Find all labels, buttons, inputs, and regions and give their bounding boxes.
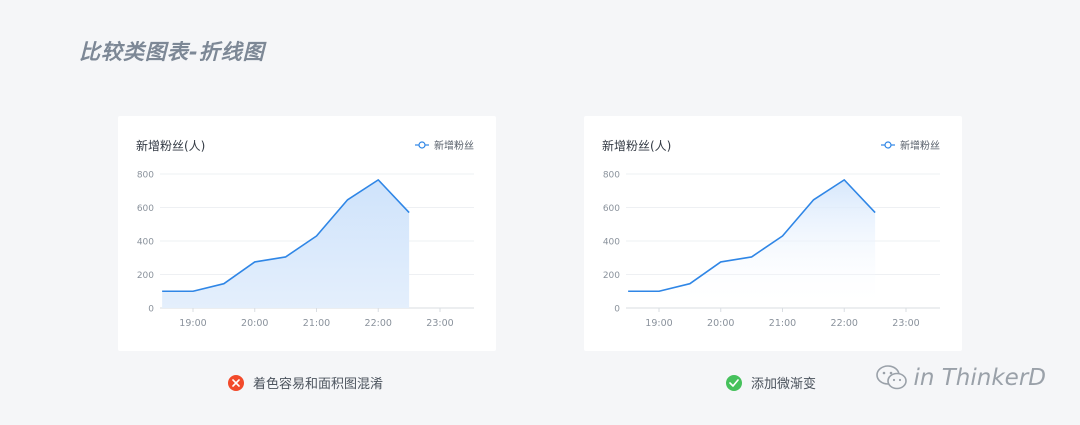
x-tick-label: 23:00 [892, 318, 919, 329]
caption-good: 添加微渐变 [726, 373, 816, 392]
chart-card-solid: 新增粉丝(人) 新增粉丝 0 200 400 600 800 19:00 20:00 21:0… [118, 116, 496, 351]
y-tick-label: 200 [603, 271, 620, 281]
y-tick-label: 600 [137, 204, 154, 214]
series-area [162, 179, 410, 308]
x-tick-label: 21:00 [303, 318, 330, 329]
caption-bad: 着色容易和面积图混淆 [228, 373, 383, 392]
watermark: in ThinkerD [875, 364, 1046, 392]
wechat-icon [876, 365, 908, 390]
y-tick-label: 800 [137, 171, 154, 181]
y-tick-label: 600 [603, 204, 620, 214]
page-title: 比较类图表-折线图 [79, 40, 265, 64]
x-tick-label: 19:00 [179, 318, 206, 329]
y-tick-label: 800 [603, 171, 620, 181]
watermark-text: in ThinkerD [913, 365, 1046, 391]
x-tick-label: 22:00 [365, 318, 392, 329]
close-icon [228, 374, 244, 391]
caption-bad-text: 着色容易和面积图混淆 [253, 377, 384, 392]
y-tick-label: 200 [137, 271, 154, 281]
x-tick-label: 20:00 [707, 318, 734, 329]
y-tick-label: 0 [614, 305, 620, 315]
check-icon [726, 374, 742, 391]
y-tick-label: 0 [148, 305, 154, 315]
x-tick-label: 23:00 [426, 318, 453, 329]
x-tick-label: 21:00 [769, 318, 796, 329]
line-chart-solid: 0 200 400 600 800 19:00 20:00 21:00 22:00 23:00 [137, 171, 474, 329]
x-tick-label: 20:00 [241, 318, 268, 329]
x-tick-label: 19:00 [645, 318, 672, 329]
line-chart-gradient: 0 200 400 600 800 19:00 20:00 21:00 22:00 23:00 [603, 171, 940, 329]
series-area [628, 179, 876, 308]
x-tick-label: 22:00 [831, 318, 858, 329]
chart-card-gradient: 新增粉丝(人) 新增粉丝 0 200 400 600 800 19:00 20:00 21:0… [584, 116, 962, 351]
y-tick-label: 400 [137, 238, 154, 248]
y-tick-label: 400 [603, 238, 620, 248]
caption-good-text: 添加微渐变 [751, 377, 817, 392]
